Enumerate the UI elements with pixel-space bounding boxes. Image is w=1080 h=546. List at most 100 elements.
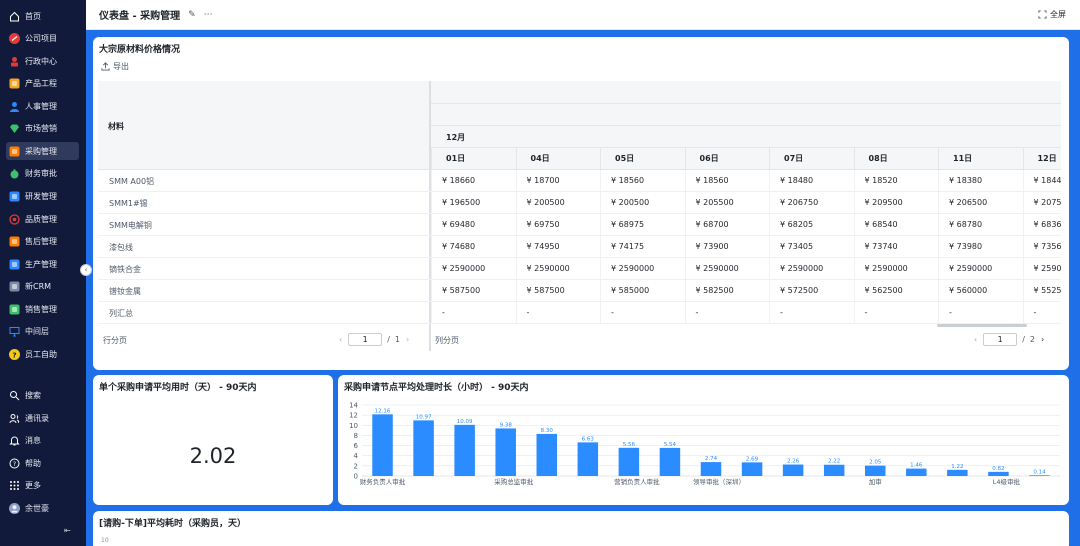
price-cell: - — [515, 302, 601, 324]
price-cell: ¥ 73980 — [938, 236, 1023, 258]
price-cell: ¥ 2590000 — [600, 258, 685, 280]
avatar — [9, 502, 20, 514]
data-label: 10.97 — [416, 414, 432, 420]
material-name: 漆包线 — [109, 243, 133, 252]
bar — [659, 447, 681, 476]
bar — [372, 414, 393, 476]
price-cell: ¥ 18520 — [853, 170, 939, 192]
more-icon[interactable]: ⋯ — [204, 10, 213, 20]
row-cells: ¥ 74680 ¥ 74950 ¥ 74175 ¥ 73900 ¥ 73405 ¥ 737… — [431, 236, 1061, 258]
prev-page-icon[interactable]: ‹ — [974, 335, 977, 344]
data-label: 2.74 — [705, 456, 718, 462]
data-label: 2.22 — [828, 459, 840, 465]
row-cells: ¥ 18660 ¥ 18700 ¥ 18560 ¥ 18560 ¥ 18480 ¥ 185… — [431, 170, 1061, 192]
price-cell: - — [769, 302, 854, 324]
sidebar-item[interactable]: 市场营销 — [6, 119, 79, 137]
sidebar-item[interactable]: 人事管理 — [6, 97, 79, 115]
x-tick-label: 营销负责人审批 — [614, 477, 660, 486]
material-name: SMM电解铜 — [109, 221, 152, 230]
sidebar-item[interactable]: 销售管理 — [6, 300, 79, 318]
sidebar-item-label: 市场营销 — [25, 123, 57, 133]
sidebar-item[interactable]: 中间层 — [6, 322, 79, 340]
target-icon — [9, 213, 20, 225]
table-row: 漆包线 ¥ 74680 ¥ 74950 ¥ 74175 ¥ 73900 ¥ 73405 ¥ … — [98, 236, 1061, 258]
export-button[interactable]: 导出 — [101, 61, 129, 72]
price-cell: ¥ 587500 — [515, 280, 601, 302]
horizontal-scrollbar[interactable] — [937, 324, 1027, 327]
data-label: 2.69 — [746, 456, 759, 462]
date-column-header: 11日 — [938, 148, 1023, 169]
sidebar-item[interactable]: 采购管理 — [6, 142, 79, 160]
price-cell: ¥ 18380 — [938, 170, 1023, 192]
price-cell: - — [853, 302, 939, 324]
sidebar-util-item[interactable]: ? 帮助 — [6, 454, 79, 472]
price-cell: ¥ 585000 — [600, 280, 685, 302]
sidebar-item[interactable]: 新CRM — [6, 277, 79, 295]
y-tick-label: 10 — [349, 422, 358, 430]
sidebar-item[interactable]: 研发管理 — [6, 187, 79, 205]
project-icon — [9, 32, 20, 44]
sidebar-item[interactable]: 生产管理 — [6, 255, 79, 273]
grid-icon — [9, 480, 20, 491]
price-cell: ¥ 2590000 — [431, 258, 516, 280]
fullscreen-button[interactable]: 全屏 — [1038, 9, 1066, 20]
bar — [618, 447, 640, 476]
user-profile[interactable]: 余世豪 — [6, 499, 79, 517]
y-tick-label: 2 — [354, 462, 358, 470]
edit-icon[interactable]: ✎ — [188, 10, 196, 20]
contacts-icon — [9, 413, 20, 424]
sidebar-item-label: 搜索 — [25, 390, 41, 400]
sidebar-item[interactable]: 售后管理 — [6, 232, 79, 250]
fullscreen-icon — [1038, 10, 1047, 19]
row-pager-label: 行分页 — [103, 336, 127, 345]
date-column-header: 04日 — [515, 148, 601, 169]
sidebar-item-label: 售后管理 — [25, 236, 57, 246]
code-icon — [9, 191, 20, 202]
col-pager: ‹ 1 / 2 › — [968, 333, 1050, 346]
row-page-input[interactable]: 1 — [348, 333, 383, 346]
sidebar-item[interactable]: 行政中心 — [6, 52, 79, 70]
sidebar-util-item[interactable]: 搜索 — [6, 386, 79, 404]
next-page-icon[interactable]: › — [1041, 335, 1044, 344]
data-label: 5.56 — [623, 442, 636, 448]
sidebar-item-label: 生产管理 — [25, 259, 57, 269]
sidebar-item[interactable]: 首页 — [6, 7, 79, 25]
price-cell: ¥ 2590000 — [515, 258, 601, 280]
sales-icon — [9, 304, 20, 315]
product-icon — [9, 78, 20, 89]
data-label: 1.46 — [910, 463, 923, 469]
material-name: SMM1#锡 — [109, 199, 148, 208]
bar — [741, 462, 763, 476]
price-cell: ¥ 74680 — [431, 236, 516, 258]
data-label: 9.38 — [500, 422, 513, 428]
row-cells: ¥ 196500 ¥ 200500 ¥ 200500 ¥ 205500 ¥ 206750… — [431, 192, 1061, 214]
collapse-sidebar-icon[interactable]: ⇤ — [64, 526, 71, 535]
help-circle-icon: ? — [9, 348, 20, 360]
kpi-value: 2.02 — [189, 444, 237, 468]
table-row: SMM A00铝 ¥ 18660 ¥ 18700 ¥ 18560 ¥ 18560 ¥ 18… — [98, 170, 1061, 192]
bar — [495, 428, 516, 476]
sidebar-item-label: 公司项目 — [25, 33, 57, 43]
data-label: 2.05 — [869, 460, 882, 466]
sidebar-item[interactable]: 品质管理 — [6, 210, 79, 228]
sidebar-item[interactable]: ? 员工自助 — [6, 345, 79, 363]
fullscreen-label: 全屏 — [1050, 10, 1066, 19]
row-pager: ‹ 1 / 1 › — [333, 333, 415, 346]
date-column-header: 08日 — [853, 148, 939, 169]
sidebar-util-item[interactable]: 消息 — [6, 431, 79, 449]
search-icon — [9, 390, 20, 401]
sidebar-util-item[interactable]: 通讯录 — [6, 409, 79, 427]
sidebar-item[interactable]: 财务审批 — [6, 164, 79, 182]
col-page-total: 2 — [1029, 335, 1035, 344]
x-tick-label: 加审 — [869, 477, 882, 486]
sidebar-item[interactable]: 公司项目 — [6, 29, 79, 47]
production-icon — [9, 259, 20, 270]
sidebar-item-label: 人事管理 — [25, 101, 57, 111]
sidebar-item[interactable]: 产品工程 — [6, 74, 79, 92]
sidebar-util-item[interactable]: 更多 — [6, 476, 79, 494]
next-page-icon[interactable]: › — [406, 335, 409, 344]
sidebar-toggle-handle[interactable]: ‹ — [80, 264, 92, 276]
col-page-input[interactable]: 1 — [983, 333, 1018, 346]
y-tick-label: 12 — [349, 412, 358, 420]
prev-page-icon[interactable]: ‹ — [339, 335, 342, 344]
